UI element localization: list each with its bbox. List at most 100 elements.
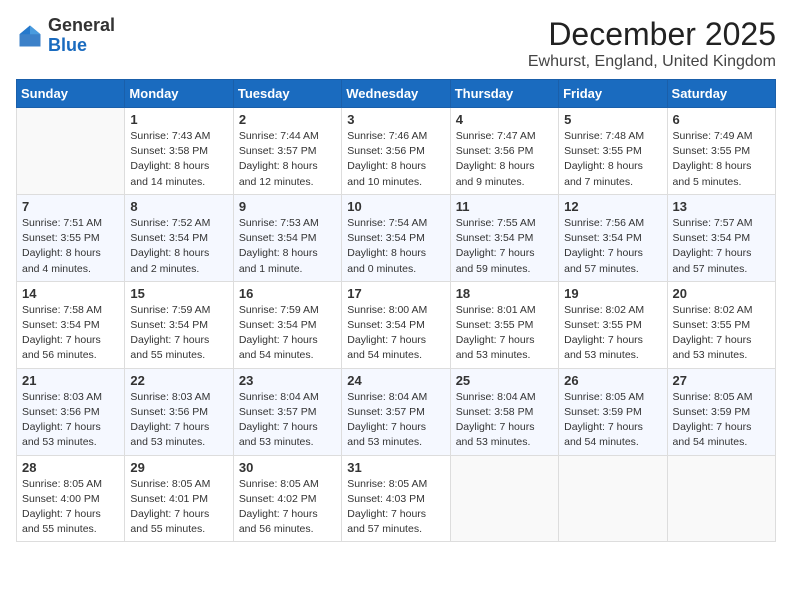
sunrise: Sunrise: 7:56 AM — [564, 217, 644, 229]
day-info: Sunrise: 8:04 AMSunset: 3:57 PMDaylight:… — [239, 390, 336, 451]
day-info: Sunrise: 7:59 AM Sunset: 3:54 PM Daylight:… — [239, 303, 336, 364]
daylight: Daylight: 8 hours and 7 minutes. — [564, 160, 643, 187]
day-info: Sunrise: 8:04 AMSunset: 3:57 PMDaylight:… — [347, 390, 444, 451]
daylight: Daylight: 7 hours and 57 minutes. — [564, 247, 643, 274]
calendar-cell: 24 Sunrise: 8:04 AMSunset: 3:57 PMDayligh… — [342, 368, 450, 455]
sunset: Sunset: 3:55 PM — [673, 145, 751, 157]
calendar-cell: 16 Sunrise: 7:59 AM Sunset: 3:54 PM Dayligh… — [233, 281, 341, 368]
day-info: Sunrise: 7:47 AMSunset: 3:56 PMDaylight:… — [456, 129, 553, 190]
day-number: 16 — [239, 286, 336, 301]
day-info: Sunrise: 7:46 AMSunset: 3:56 PMDaylight:… — [347, 129, 444, 190]
day-info: Sunrise: 8:05 AMSunset: 4:03 PMDaylight:… — [347, 477, 444, 538]
calendar-cell: 14Sunrise: 7:58 AMSunset: 3:54 PMDayligh… — [17, 281, 125, 368]
sunset: Sunset: 3:56 PM — [347, 145, 425, 157]
daylight: Daylight: 7 hours and 54 minutes. — [673, 421, 752, 448]
daylight: Daylight: 7 hours and 54 minutes. — [564, 421, 643, 448]
daylight: Daylight: 7 hours and 55 minutes. — [130, 334, 209, 361]
day-info: Sunrise: 7:54 AMSunset: 3:54 PMDaylight:… — [347, 216, 444, 277]
daylight: Daylight: 7 hours and 53 minutes. — [347, 421, 426, 448]
day-number: 6 — [673, 112, 770, 127]
daylight: Daylight: 7 hours and 57 minutes. — [347, 508, 426, 535]
sunrise: Sunrise: 8:05 AM — [239, 478, 319, 490]
day-number: 26 — [564, 373, 661, 388]
daylight: Daylight: 7 hours and 54 minutes. — [347, 334, 426, 361]
day-info: Sunrise: 7:56 AM Sunset: 3:54 PM Daylight:… — [564, 216, 661, 277]
calendar-table: SundayMondayTuesdayWednesdayThursdayFrid… — [16, 79, 776, 542]
sunset: Sunset: 3:54 PM — [673, 232, 751, 244]
daylight: Daylight: 8 hours and 4 minutes. — [22, 247, 101, 274]
day-info: Sunrise: 8:00 AM Sunset: 3:54 PM Daylight:… — [347, 303, 444, 364]
day-number: 9 — [239, 199, 336, 214]
day-number: 24 — [347, 373, 444, 388]
sunrise: Sunrise: 7:59 AM — [239, 304, 319, 316]
day-number: 18 — [456, 286, 553, 301]
day-info: Sunrise: 7:55 AMSunset: 3:54 PMDaylight:… — [456, 216, 553, 277]
sunset: Sunset: 3:54 PM — [564, 232, 642, 244]
calendar-cell: 2Sunrise: 7:44 AMSunset: 3:57 PMDaylight… — [233, 108, 341, 195]
sunset: Sunset: 3:54 PM — [130, 319, 208, 331]
sunset: Sunset: 3:56 PM — [22, 406, 100, 418]
daylight: Daylight: 7 hours and 56 minutes. — [239, 508, 318, 535]
calendar-cell: 8Sunrise: 7:52 AMSunset: 3:54 PMDaylight… — [125, 194, 233, 281]
day-info: Sunrise: 8:04 AMSunset: 3:58 PMDaylight:… — [456, 390, 553, 451]
sunset: Sunset: 3:59 PM — [673, 406, 751, 418]
sunset: Sunset: 3:54 PM — [347, 319, 425, 331]
sunset: Sunset: 3:56 PM — [456, 145, 534, 157]
calendar-cell: 3 Sunrise: 7:46 AMSunset: 3:56 PMDaylight… — [342, 108, 450, 195]
sunset: Sunset: 4:02 PM — [239, 493, 317, 505]
calendar-cell: 21Sunrise: 8:03 AMSunset: 3:56 PMDayligh… — [17, 368, 125, 455]
logo-general: General — [48, 15, 115, 35]
daylight: Daylight: 7 hours and 57 minutes. — [673, 247, 752, 274]
sunrise: Sunrise: 8:05 AM — [347, 478, 427, 490]
day-info: Sunrise: 8:02 AMSunset: 3:55 PMDaylight:… — [673, 303, 770, 364]
day-number: 13 — [673, 199, 770, 214]
day-info: Sunrise: 7:53 AMSunset: 3:54 PMDaylight:… — [239, 216, 336, 277]
calendar-cell: 20Sunrise: 8:02 AMSunset: 3:55 PMDayligh… — [667, 281, 775, 368]
sunset: Sunset: 3:57 PM — [239, 145, 317, 157]
day-info: Sunrise: 7:49 AMSunset: 3:55 PMDaylight:… — [673, 129, 770, 190]
logo-icon — [16, 22, 44, 50]
sunrise: Sunrise: 7:43 AM — [130, 130, 210, 142]
day-number: 1 — [130, 112, 227, 127]
day-of-week-header: Wednesday — [342, 80, 450, 108]
sunrise: Sunrise: 8:03 AM — [22, 391, 102, 403]
calendar-week-row: 28Sunrise: 8:05 AMSunset: 4:00 PMDayligh… — [17, 455, 776, 542]
sunrise: Sunrise: 7:55 AM — [456, 217, 536, 229]
calendar-cell: 7Sunrise: 7:51 AMSunset: 3:55 PMDaylight… — [17, 194, 125, 281]
calendar-cell: 11Sunrise: 7:55 AMSunset: 3:54 PMDayligh… — [450, 194, 558, 281]
day-number: 3 — [347, 112, 444, 127]
calendar-cell: 17Sunrise: 8:00 AMSunset: 3:54 PMDayligh… — [342, 281, 450, 368]
daylight: Daylight: 8 hours and 0 minutes. — [347, 247, 426, 274]
calendar-cell: 18Sunrise: 8:01 AMSunset: 3:55 PMDayligh… — [450, 281, 558, 368]
sunrise: Sunrise: 8:04 AM — [239, 391, 319, 403]
sunrise: Sunrise: 8:05 AM — [564, 391, 644, 403]
day-number: 7 — [22, 199, 119, 214]
day-info: Sunrise: 8:05 AMSunset: 3:59 PMDaylight:… — [564, 390, 661, 451]
day-number: 10 — [347, 199, 444, 214]
day-info: Sunrise: 7:58 AMSunset: 3:54 PMDaylight:… — [22, 303, 119, 364]
daylight: Daylight: 8 hours and 9 minutes. — [456, 160, 535, 187]
sunset: Sunset: 3:55 PM — [22, 232, 100, 244]
daylight: Daylight: 7 hours and 54 minutes. — [239, 334, 318, 361]
sunrise: Sunrise: 7:53 AM — [239, 217, 319, 229]
daylight: Daylight: 7 hours and 53 minutes. — [564, 334, 643, 361]
daylight: Daylight: 8 hours and 1 minute. — [239, 247, 318, 274]
calendar-week-row: 1Sunrise: 7:43 AMSunset: 3:58 PMDaylight… — [17, 108, 776, 195]
sunset: Sunset: 3:54 PM — [239, 319, 317, 331]
logo-blue: Blue — [48, 35, 87, 55]
calendar-cell: 23Sunrise: 8:04 AMSunset: 3:57 PMDayligh… — [233, 368, 341, 455]
daylight: Daylight: 7 hours and 53 minutes. — [456, 421, 535, 448]
calendar-cell: 25Sunrise: 8:04 AMSunset: 3:58 PMDayligh… — [450, 368, 558, 455]
sunrise: Sunrise: 7:58 AM — [22, 304, 102, 316]
day-of-week-header: Tuesday — [233, 80, 341, 108]
calendar-cell: 29Sunrise: 8:05 AMSunset: 4:01 PMDayligh… — [125, 455, 233, 542]
day-number: 5 — [564, 112, 661, 127]
sunrise: Sunrise: 8:00 AM — [347, 304, 427, 316]
day-of-week-header: Thursday — [450, 80, 558, 108]
day-of-week-header: Monday — [125, 80, 233, 108]
sunrise: Sunrise: 7:57 AM — [673, 217, 753, 229]
day-number: 2 — [239, 112, 336, 127]
sunset: Sunset: 3:54 PM — [130, 232, 208, 244]
title-block: December 2025 Ewhurst, England, United K… — [528, 16, 776, 71]
page-header: General Blue December 2025 Ewhurst, Engl… — [16, 16, 776, 71]
